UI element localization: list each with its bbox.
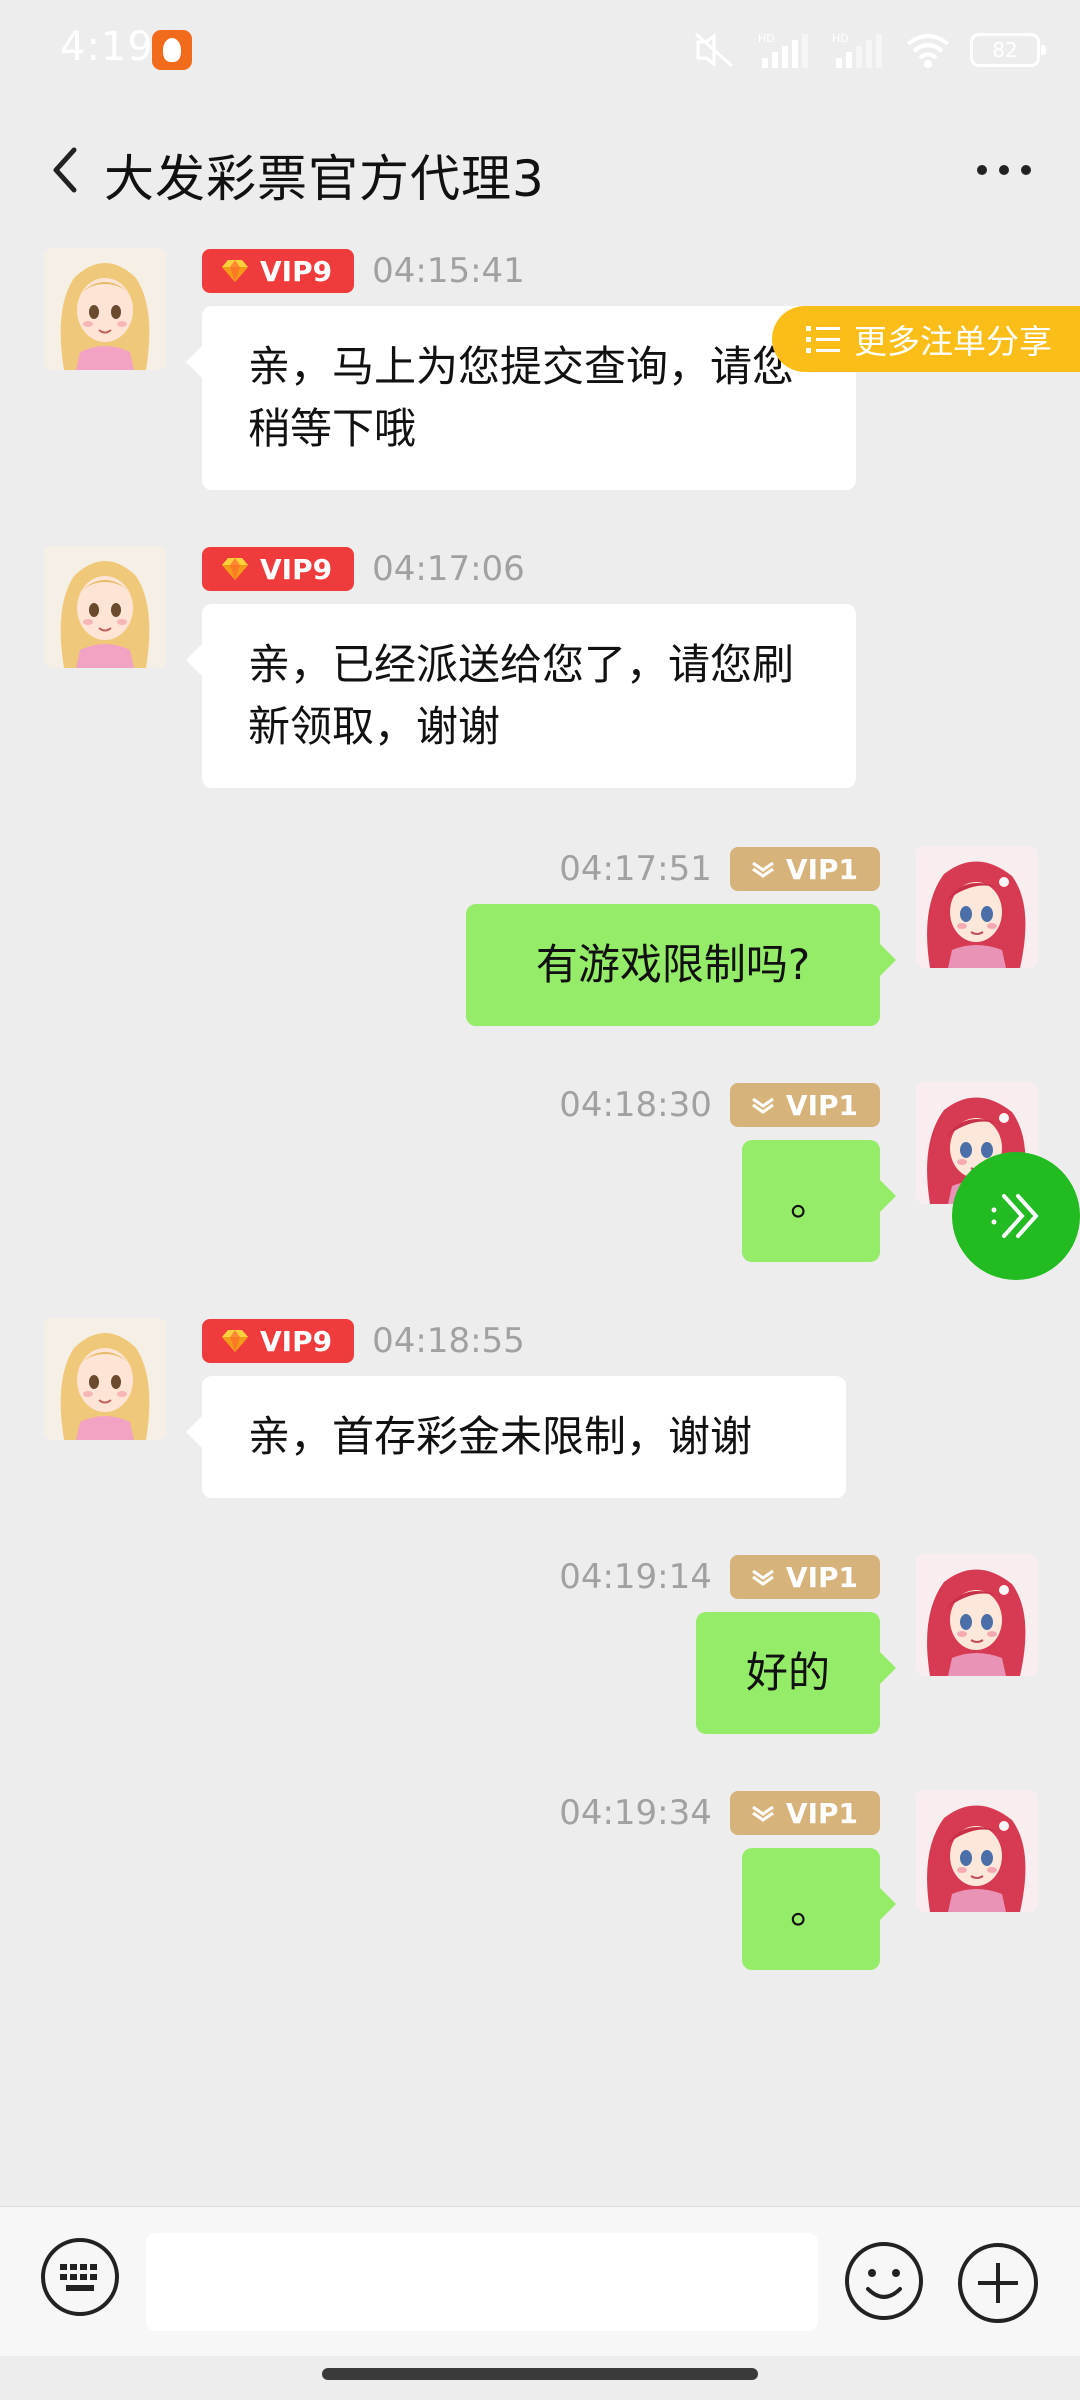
message-bubble-outgoing[interactable]: 好的	[696, 1612, 896, 1734]
message-meta: 04:17:51 VIP1	[559, 846, 880, 892]
plus-button[interactable]	[956, 2241, 1040, 2325]
chevron-badge-icon	[750, 1095, 776, 1115]
battery-icon: 82	[970, 33, 1046, 67]
vip-badge: VIP9	[202, 249, 355, 293]
chevron-badge-icon	[750, 1803, 776, 1823]
share-bets-button[interactable]: 更多注单分享	[772, 306, 1080, 372]
vip-badge: VIP1	[729, 847, 880, 891]
message-time: 04:19:34	[559, 1793, 712, 1833]
vip-badge: VIP1	[729, 1791, 880, 1835]
message-bubble-outgoing[interactable]: 。	[742, 1140, 896, 1262]
message-meta: 04:18:30 VIP1	[559, 1082, 880, 1128]
message-meta: VIP9 04:15:41	[202, 248, 525, 294]
mute-icon	[695, 32, 733, 68]
svg-text:HD: HD	[758, 32, 775, 45]
vip-badge: VIP9	[202, 547, 355, 591]
list-icon	[806, 326, 840, 353]
signal-hd-icon: HD	[758, 32, 808, 68]
chat-title: 大发彩票官方代理3	[104, 150, 545, 208]
plus-circle-icon	[958, 2243, 1038, 2323]
vip-label: VIP1	[785, 1796, 858, 1830]
vip-label: VIP9	[260, 552, 333, 586]
battery-level: 82	[992, 38, 1018, 62]
keyboard-button[interactable]	[40, 2237, 120, 2317]
message-meta: VIP9 04:17:06	[202, 546, 525, 592]
chat-header: 大发彩票官方代理3	[0, 125, 1080, 215]
agent-avatar[interactable]	[44, 248, 166, 370]
chat-input-bar	[0, 2206, 1080, 2356]
vip-label: VIP1	[785, 1560, 858, 1594]
wifi-icon	[906, 34, 950, 68]
vip-badge: VIP9	[202, 1319, 355, 1363]
agent-avatar[interactable]	[44, 546, 166, 668]
message-meta: 04:19:14 VIP1	[559, 1554, 880, 1600]
gem-icon	[220, 258, 250, 284]
message-meta: 04:19:34 VIP1	[559, 1790, 880, 1836]
message-time: 04:17:51	[559, 849, 712, 889]
vip-badge: VIP1	[729, 1555, 880, 1599]
message-time: 04:17:06	[372, 549, 525, 589]
home-indicator[interactable]	[322, 2368, 758, 2380]
message-time: 04:19:14	[559, 1557, 712, 1597]
message-bubble-incoming[interactable]: 亲，已经派送给您了，请您刷新领取，谢谢	[186, 604, 856, 788]
message-input[interactable]	[146, 2233, 818, 2331]
vip-badge: VIP1	[729, 1083, 880, 1127]
signal-hd-icon: HD	[832, 32, 882, 68]
svg-text:HD: HD	[832, 32, 849, 45]
emoji-button[interactable]	[844, 2241, 924, 2321]
app-notification-icon	[152, 30, 192, 70]
double-chevron-icon	[991, 1194, 1039, 1238]
gem-icon	[220, 556, 250, 582]
vip-label: VIP9	[260, 254, 333, 288]
message-bubble-incoming[interactable]: 亲，马上为您提交查询，请您稍等下哦	[186, 306, 856, 490]
user-avatar[interactable]	[916, 1554, 1038, 1676]
keyboard-icon	[41, 2238, 119, 2316]
vip-label: VIP9	[260, 1324, 333, 1358]
back-button[interactable]	[40, 143, 90, 197]
vip-label: VIP1	[785, 1088, 858, 1122]
more-button[interactable]	[972, 155, 1036, 185]
vip-label: VIP1	[785, 852, 858, 886]
user-avatar[interactable]	[916, 846, 1038, 968]
gem-icon	[220, 1328, 250, 1354]
message-bubble-incoming[interactable]: 亲，首存彩金未限制，谢谢	[186, 1376, 846, 1498]
message-time: 04:18:55	[372, 1321, 525, 1361]
message-time: 04:18:30	[559, 1085, 712, 1125]
status-time: 4:19	[60, 24, 154, 70]
message-meta: VIP9 04:18:55	[202, 1318, 525, 1364]
status-bar: 4:19 HD HD 82	[0, 0, 1080, 105]
chevron-left-icon	[53, 147, 77, 193]
more-dots-icon	[977, 165, 987, 175]
status-icons: HD HD 82	[692, 30, 1046, 70]
message-bubble-outgoing[interactable]: 有游戏限制吗?	[466, 904, 896, 1026]
floating-action-button[interactable]	[952, 1152, 1080, 1280]
user-avatar[interactable]	[916, 1790, 1038, 1912]
agent-avatar[interactable]	[44, 1318, 166, 1440]
share-bets-label: 更多注单分享	[854, 322, 1052, 361]
chevron-badge-icon	[750, 1567, 776, 1587]
emoji-icon	[845, 2242, 923, 2320]
message-time: 04:15:41	[372, 251, 525, 291]
message-bubble-outgoing[interactable]: 。	[742, 1848, 896, 1970]
chevron-badge-icon	[750, 859, 776, 879]
